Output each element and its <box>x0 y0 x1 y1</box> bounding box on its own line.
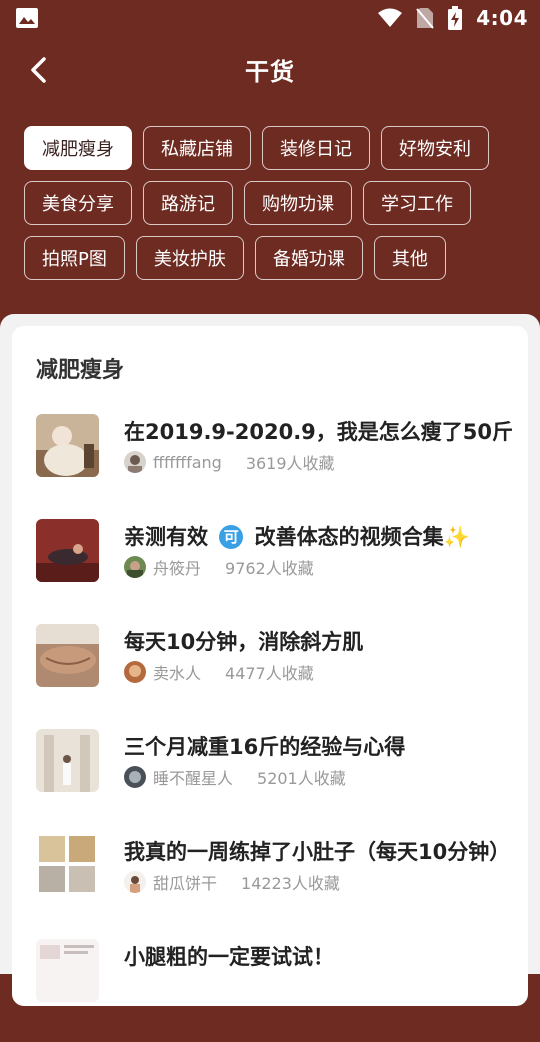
article-thumbnail <box>36 624 99 687</box>
article-thumbnail <box>36 729 99 792</box>
article-list: 在2019.9-2020.9，我是怎么瘦了50斤 fffffffang 3619… <box>36 412 516 1042</box>
section-title: 减肥瘦身 <box>36 358 125 383</box>
article-title: 我真的一周练掉了小肚子（每天10分钟） <box>124 840 511 864</box>
article-thumbnail <box>36 939 99 1002</box>
article-thumbnail <box>36 519 99 582</box>
image-notification-icon <box>16 8 38 28</box>
tag-other[interactable]: 其他 <box>373 236 446 280</box>
tag-private-shops[interactable]: 私藏店铺 <box>143 126 251 170</box>
no-sim-icon <box>416 8 435 29</box>
list-item[interactable]: 小腿粗的一定要试试！ <box>36 937 516 1042</box>
status-bar: 4:04 <box>0 0 540 36</box>
category-tags: 减肥瘦身 私藏店铺 装修日记 好物安利 美食分享 路游记 购物功课 学习工作 拍… <box>24 126 524 291</box>
tag-good-products[interactable]: 好物安利 <box>381 126 489 170</box>
sparkles-icon: ✨ <box>443 525 470 549</box>
article-meta: 舟筱丹 9762人收藏 <box>124 555 314 579</box>
tag-shopping-homework[interactable]: 购物功课 <box>244 181 352 225</box>
list-item[interactable]: 每天10分钟，消除斜方肌 卖水人 4477人收藏 <box>36 622 516 727</box>
article-title: 小腿粗的一定要试试！ <box>124 945 334 969</box>
tag-weight-loss[interactable]: 减肥瘦身 <box>24 126 132 170</box>
tag-food-sharing[interactable]: 美食分享 <box>24 181 132 225</box>
author-name: 舟筱丹 <box>153 559 202 578</box>
tag-wedding-prep[interactable]: 备婚功课 <box>254 236 363 280</box>
article-title: 三个月减重16斤的经验与心得 <box>124 735 406 759</box>
battery-charging-icon <box>448 6 463 30</box>
list-item[interactable]: 亲测有效 可 改善体态的视频合集✨ 舟筱丹 9762人收藏 <box>36 517 516 622</box>
avatar <box>124 871 146 893</box>
article-meta: 甜瓜饼干 14223人收藏 <box>124 870 340 894</box>
tag-row: 拍照P图 美妆护肤 备婚功课 其他 <box>24 236 524 280</box>
article-title: 在2019.9-2020.9，我是怎么瘦了50斤 <box>124 420 514 444</box>
favorite-count: 4477人收藏 <box>225 664 314 683</box>
article-thumbnail <box>36 834 99 897</box>
article-meta: fffffffang 3619人收藏 <box>124 450 335 474</box>
title-text: 改善体态的视频合集 <box>247 525 444 549</box>
tag-study-work[interactable]: 学习工作 <box>363 181 471 225</box>
emoji-ok-icon: 可 <box>219 525 244 549</box>
avatar <box>124 766 146 788</box>
tag-row: 减肥瘦身 私藏店铺 装修日记 好物安利 <box>24 126 524 170</box>
tag-row: 美食分享 路游记 购物功课 学习工作 <box>24 181 524 225</box>
avatar <box>124 451 146 473</box>
list-item[interactable]: 我真的一周练掉了小肚子（每天10分钟） 甜瓜饼干 14223人收藏 <box>36 832 516 937</box>
page-title: 干货 <box>245 58 295 86</box>
article-card: 减肥瘦身 在2019.9-2020.9，我是怎么瘦了50斤 fffffffang… <box>12 326 528 1006</box>
content-panel: 减肥瘦身 在2019.9-2020.9，我是怎么瘦了50斤 fffffffang… <box>0 314 540 1006</box>
article-meta: 卖水人 4477人收藏 <box>124 660 314 684</box>
tag-renovation-diary[interactable]: 装修日记 <box>262 126 370 170</box>
wifi-icon <box>378 8 403 27</box>
favorite-count: 3619人收藏 <box>245 454 335 473</box>
tag-travel-notes[interactable]: 路游记 <box>143 181 233 225</box>
article-meta: 睡不醒星人 5201人收藏 <box>124 765 346 789</box>
list-item[interactable]: 在2019.9-2020.9，我是怎么瘦了50斤 fffffffang 3619… <box>36 412 516 517</box>
article-title: 每天10分钟，消除斜方肌 <box>124 630 364 654</box>
tag-photo-editing[interactable]: 拍照P图 <box>24 236 125 280</box>
article-thumbnail <box>36 414 99 477</box>
status-time: 4:04 <box>476 6 528 30</box>
header: 干货 <box>0 36 540 104</box>
list-item[interactable]: 三个月减重16斤的经验与心得 睡不醒星人 5201人收藏 <box>36 727 516 832</box>
avatar <box>124 661 146 683</box>
article-title: 亲测有效 可 改善体态的视频合集✨ <box>124 521 516 551</box>
author-name: 睡不醒星人 <box>153 769 234 788</box>
author-name: 卖水人 <box>153 664 202 683</box>
author-name: fffffffang <box>153 452 222 472</box>
title-text: 亲测有效 <box>124 525 216 549</box>
favorite-count: 14223人收藏 <box>241 874 340 893</box>
avatar <box>124 556 146 578</box>
author-name: 甜瓜饼干 <box>153 874 218 893</box>
favorite-count: 5201人收藏 <box>257 769 346 788</box>
tag-makeup-skincare[interactable]: 美妆护肤 <box>135 236 244 280</box>
favorite-count: 9762人收藏 <box>225 559 314 578</box>
